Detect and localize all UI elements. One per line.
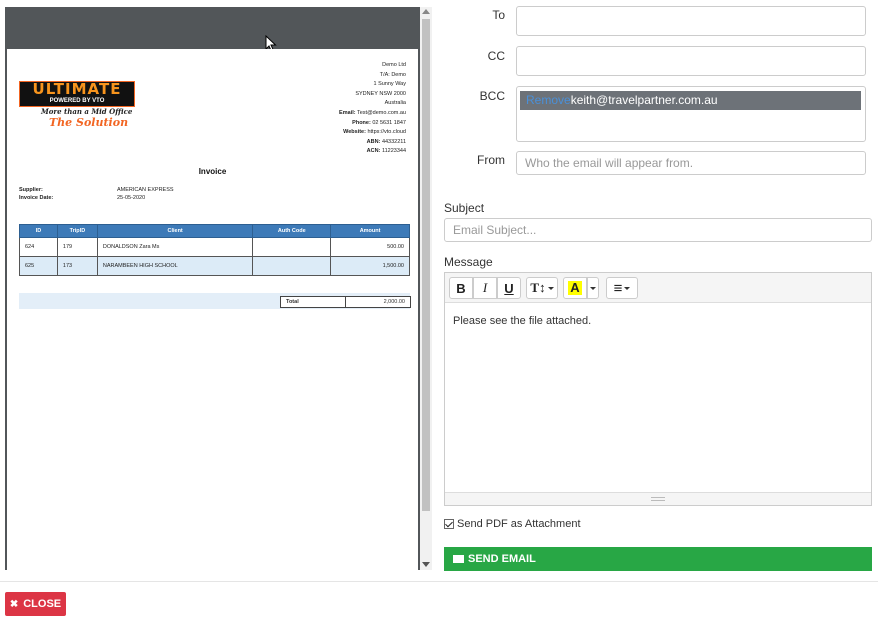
message-label: Message (444, 255, 493, 269)
subject-label: Subject (444, 201, 485, 215)
grip-icon (651, 497, 665, 501)
company-address-block: Demo Ltd T/A: Demo 1 Sunny Way SYDNEY NS… (339, 62, 406, 155)
column-header: ID (19, 224, 58, 238)
pdf-viewer-toolbar (5, 7, 420, 49)
editor-toolbar: B I U T↕ A ≡ (445, 273, 871, 303)
invoice-items-table: ID TripID Client Auth Code Amount 624 17… (19, 224, 410, 276)
close-button[interactable]: ✖ CLOSE (5, 592, 66, 616)
invoice-totals: Total 2,000.00 (280, 296, 411, 308)
close-icon: ✖ (9, 598, 19, 610)
envelope-icon (453, 555, 464, 563)
attach-pdf-checkbox[interactable] (444, 519, 454, 529)
align-left-icon: ≡ (613, 279, 623, 297)
total-label: Total (280, 296, 346, 308)
subject-field[interactable]: Email Subject... (444, 218, 872, 242)
cc-field[interactable] (516, 46, 866, 76)
total-value: 2,000.00 (345, 296, 411, 308)
font-size-button[interactable]: T↕ (526, 277, 558, 299)
bcc-recipient-address: keith@travelpartner.com.au (570, 93, 718, 107)
from-field[interactable]: Who the email will appear from. (516, 151, 866, 175)
paragraph-align-button[interactable]: ≡ (606, 277, 638, 299)
invoice-page: ULTIMATE POWERED BY VTO More than a Mid … (7, 49, 418, 570)
font-size-icon: T↕ (530, 280, 546, 295)
cc-label: CC (487, 49, 505, 63)
underline-button[interactable]: U (497, 277, 521, 299)
send-email-label: SEND EMAIL (468, 553, 536, 565)
remove-recipient-link[interactable]: Remove (526, 93, 571, 107)
chevron-down-icon (590, 286, 596, 290)
column-header: Auth Code (252, 224, 332, 238)
italic-button[interactable]: I (473, 277, 497, 299)
company-logo: ULTIMATE POWERED BY VTO More than a Mid … (19, 81, 135, 133)
close-label: CLOSE (23, 598, 62, 610)
editor-resize-handle[interactable] (445, 492, 871, 505)
message-body[interactable]: Please see the file attached. (453, 315, 591, 327)
scroll-up-icon[interactable] (422, 9, 430, 14)
message-editor[interactable]: B I U T↕ A ≡ Please see the file attache… (444, 272, 872, 506)
bcc-label: BCC (479, 89, 505, 103)
text-color-dropdown[interactable] (587, 277, 599, 299)
bcc-recipient-tag[interactable]: Removekeith@travelpartner.com.au (520, 91, 861, 110)
table-row: 625 173 NARAMBEEN HIGH SCHOOL 1,500.00 (19, 256, 410, 276)
column-header: Client (96, 224, 254, 238)
table-row: 624 179 DONALDSON Zara Ms 500.00 (19, 237, 410, 257)
invoice-title: Invoice (198, 167, 227, 176)
text-color-button[interactable]: A (563, 277, 587, 299)
preview-scrollbar[interactable] (420, 7, 432, 570)
column-header: TripID (56, 224, 98, 238)
to-label: To (492, 8, 505, 22)
column-header: Amount (330, 224, 410, 238)
to-field[interactable] (516, 6, 866, 36)
bold-button[interactable]: B (449, 277, 473, 299)
attach-pdf-option[interactable]: Send PDF as Attachment (444, 518, 581, 530)
scroll-down-icon[interactable] (422, 562, 430, 567)
footer-divider (0, 581, 878, 582)
from-label: From (477, 153, 505, 167)
scrollbar-thumb[interactable] (422, 19, 430, 511)
text-color-icon: A (568, 280, 582, 295)
attach-pdf-label: Send PDF as Attachment (457, 518, 581, 530)
chevron-down-icon (547, 286, 554, 290)
chevron-down-icon (624, 286, 631, 290)
send-email-button[interactable]: SEND EMAIL (444, 547, 872, 571)
pdf-preview[interactable]: ULTIMATE POWERED BY VTO More than a Mid … (5, 7, 420, 570)
invoice-meta: Supplier: AMERICAN EXPRESS Invoice Date: 2… (19, 187, 174, 201)
